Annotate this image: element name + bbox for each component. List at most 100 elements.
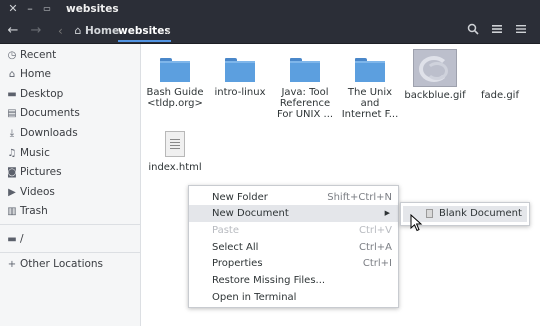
menu-item-shortcut: Ctrl+A (358, 242, 392, 253)
close-icon[interactable]: ✕ (6, 2, 20, 16)
chevron-right-icon[interactable]: › (166, 23, 171, 39)
sidebar-item-label: Desktop (20, 88, 64, 100)
documents-icon: ▤ (7, 108, 17, 119)
breadcrumb-home[interactable]: Home (85, 22, 119, 40)
chevron-left-icon[interactable]: ‹ (58, 23, 63, 39)
image-thumbnail-icon (478, 49, 522, 87)
mouse-cursor-icon (410, 214, 423, 232)
file-name: Internet F... (341, 109, 399, 120)
menu-item-shortcut: Shift+Ctrl+N (327, 192, 392, 203)
sidebar-item-desktop[interactable]: ▬ Desktop (0, 85, 140, 104)
folder-icon (355, 58, 385, 82)
file-name: intro-linux (214, 87, 266, 98)
sidebar-item-label: Music (20, 147, 50, 159)
sidebar-item-label: Trash (20, 205, 48, 217)
file-name: For UNIX ... (276, 109, 334, 120)
menu-item-label: Paste (212, 225, 239, 236)
sidebar-item-downloads[interactable]: ⤓ Downloads (0, 124, 140, 143)
download-icon: ⤓ (9, 128, 15, 139)
folder-icon (160, 58, 190, 82)
sidebar-divider (0, 252, 140, 253)
trash-icon: ▥ (7, 206, 17, 217)
view-list-icon[interactable] (489, 23, 505, 39)
camera-icon: ◙ (7, 167, 17, 178)
sidebar-item-videos[interactable]: ▶ Videos (0, 183, 140, 202)
document-icon (165, 131, 185, 157)
context-menu: New Folder Shift+Ctrl+N New Document ▶ P… (188, 185, 399, 308)
submenu-arrow-icon: ▶ (384, 209, 390, 217)
file-name: The Unix (347, 87, 393, 98)
sidebar-item-documents[interactable]: ▤ Documents (0, 104, 140, 123)
clock-icon: ◷ (7, 50, 17, 61)
menu-item-shortcut: Ctrl+V (358, 225, 392, 236)
menu-item-new-folder[interactable]: New Folder Shift+Ctrl+N (189, 189, 398, 206)
folder-icon (225, 58, 255, 82)
menu-item-paste[interactable]: Paste Ctrl+V (189, 222, 398, 239)
menu-item-label: New Folder (212, 192, 268, 203)
sidebar-item-pictures[interactable]: ◙ Pictures (0, 163, 140, 182)
menu-item-label: New Document (212, 208, 289, 219)
search-icon[interactable] (465, 23, 481, 39)
sidebar-item-label: Home (20, 68, 52, 80)
window-title: websites (66, 3, 119, 15)
file-item[interactable]: backblue.gif (403, 49, 467, 101)
file-item[interactable]: index.html (143, 131, 207, 173)
file-item[interactable]: Java: Tool Reference For UNIX ... (273, 58, 337, 120)
menu-icon[interactable] (513, 23, 529, 39)
breadcrumb-websites[interactable]: websites (118, 22, 171, 42)
menu-item-label: Open in Terminal (212, 292, 297, 303)
file-name: index.html (148, 162, 202, 173)
image-thumbnail-icon (413, 49, 457, 87)
toolbar: ← → ‹ ⌂ Home websites › (0, 18, 540, 44)
menu-item-new-document[interactable]: New Document ▶ (189, 205, 398, 222)
desktop-icon: ▬ (7, 89, 17, 100)
file-name: Bash Guide (146, 87, 204, 98)
sidebar-item-label: Recent (20, 49, 57, 61)
menu-item-properties[interactable]: Properties Ctrl+I (189, 255, 398, 272)
menu-item-restore-missing-files[interactable]: Restore Missing Files... (189, 272, 398, 289)
sidebar-item-label: Videos (20, 186, 55, 198)
file-name: <tldp.org> (147, 98, 203, 109)
folder-icon (290, 58, 320, 82)
sidebar-item-trash[interactable]: ▥ Trash (0, 202, 140, 221)
file-item[interactable]: intro-linux (208, 58, 272, 98)
sidebar-item-recent[interactable]: ◷ Recent (0, 46, 140, 65)
sidebar-item-label: Pictures (20, 166, 62, 178)
maximize-icon[interactable]: ▭ (40, 2, 54, 16)
sidebar-item-music[interactable]: ♫ Music (0, 144, 140, 163)
file-name: Reference (279, 98, 331, 109)
sidebar-item-label: / (20, 233, 24, 245)
file-item[interactable]: Bash Guide <tldp.org> (143, 58, 207, 109)
file-item[interactable]: fade.gif (468, 49, 532, 101)
file-item[interactable]: The Unix and Internet F... (338, 58, 402, 120)
menu-item-select-all[interactable]: Select All Ctrl+A (189, 239, 398, 256)
file-name: backblue.gif (404, 90, 466, 101)
drive-icon: ▬ (7, 234, 17, 245)
sidebar-item-root[interactable]: ▬ / (0, 230, 140, 249)
file-name: Java: Tool (281, 87, 329, 98)
menu-item-open-in-terminal[interactable]: Open in Terminal (189, 289, 398, 306)
sidebar-item-label: Documents (20, 107, 80, 119)
sidebar-item-label: Other Locations (20, 258, 104, 270)
video-icon: ▶ (8, 187, 16, 198)
sidebar-divider (0, 224, 140, 225)
sidebar: ◷ Recent ⌂ Home ▬ Desktop ▤ Documents ⤓ … (0, 44, 141, 326)
back-arrow-icon[interactable]: ← (5, 23, 21, 39)
file-name: and (360, 98, 380, 109)
home-icon: ⌂ (8, 69, 16, 80)
sidebar-item-home[interactable]: ⌂ Home (0, 65, 140, 84)
minimize-icon[interactable]: – (23, 2, 37, 16)
menu-item-label: Properties (212, 258, 263, 269)
document-icon (426, 209, 433, 218)
sidebar-item-label: Downloads (20, 127, 78, 139)
forward-arrow-icon[interactable]: → (28, 23, 44, 39)
menu-item-shortcut: Ctrl+I (362, 258, 392, 269)
menu-item-label: Select All (212, 242, 259, 253)
file-name: fade.gif (481, 90, 519, 101)
submenu-item-label: Blank Document (439, 208, 522, 219)
title-bar: ✕ – ▭ websites (0, 0, 540, 18)
sidebar-item-other-locations[interactable]: + Other Locations (0, 255, 140, 274)
home-icon: ⌂ (74, 24, 82, 37)
menu-item-label: Restore Missing Files... (212, 275, 326, 286)
plus-icon: + (7, 259, 17, 270)
